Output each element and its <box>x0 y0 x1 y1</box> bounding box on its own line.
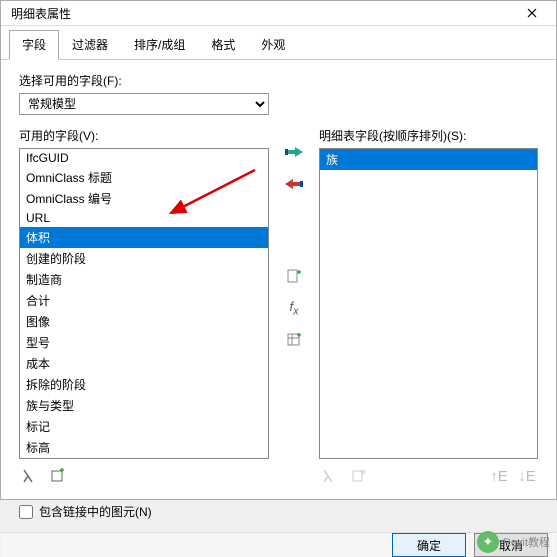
field-source-label: 选择可用的字段(F): <box>19 72 538 89</box>
list-item[interactable]: 体积 <box>20 227 268 248</box>
new-calculated-button[interactable] <box>283 265 305 287</box>
tab-appearance[interactable]: 外观 <box>248 30 298 59</box>
watermark-icon: ✦ <box>477 531 499 553</box>
tab-strip: 字段 过滤器 排序/成组 格式 外观 <box>1 26 556 60</box>
list-item[interactable]: OmniClass 编号 <box>20 188 268 209</box>
list-item[interactable]: 型号 <box>20 332 268 353</box>
include-links-row: 包含链接中的图元(N) <box>19 493 538 524</box>
add-field-button[interactable] <box>283 141 305 163</box>
included-toolbar: ↑E ↓E <box>319 459 538 493</box>
available-label: 可用的字段(V): <box>19 127 269 144</box>
available-fields-list[interactable]: IfcGUIDOmniClass 标题OmniClass 编号URL体积创建的阶… <box>19 148 269 459</box>
add-param-button[interactable] <box>47 465 69 487</box>
edit-button <box>319 465 341 487</box>
transfer-buttons: fx <box>279 127 309 493</box>
dialog-footer: 确定 取消 ✦ Revit教程 <box>1 532 556 557</box>
tab-format[interactable]: 格式 <box>198 30 248 59</box>
list-item[interactable]: 拆除的阶段 <box>20 374 268 395</box>
list-item[interactable]: 创建的阶段 <box>20 248 268 269</box>
tab-sort[interactable]: 排序/成组 <box>121 30 198 59</box>
list-item[interactable]: 标高 <box>20 437 268 458</box>
list-item[interactable]: 制造商 <box>20 269 268 290</box>
window-title: 明细表属性 <box>11 5 512 22</box>
fx-button[interactable]: fx <box>283 297 305 319</box>
list-item[interactable]: 族与类型 <box>20 395 268 416</box>
include-links-label: 包含链接中的图元(N) <box>39 503 152 520</box>
close-icon <box>527 8 537 18</box>
titlebar: 明细表属性 <box>1 1 556 26</box>
field-source-select[interactable]: 常规模型 <box>19 93 269 115</box>
new-param-button[interactable] <box>19 465 41 487</box>
list-item[interactable]: IfcGUID <box>20 149 268 167</box>
list-item[interactable]: 标记 <box>20 416 268 437</box>
included-fields-list[interactable]: 族 <box>319 148 538 459</box>
move-down-button: ↓E <box>516 465 538 487</box>
tab-content: 选择可用的字段(F): 常规模型 可用的字段(V): IfcGUIDOmniCl… <box>1 60 556 532</box>
list-item[interactable]: OmniClass 标题 <box>20 167 268 188</box>
list-item[interactable]: URL <box>20 209 268 227</box>
watermark-text: Revit教程 <box>503 534 550 550</box>
included-label: 明细表字段(按顺序排列)(S): <box>319 127 538 144</box>
ok-button[interactable]: 确定 <box>392 533 466 557</box>
delete-button <box>347 465 369 487</box>
list-item[interactable]: 族 <box>320 149 537 170</box>
schedule-properties-dialog: 明细表属性 字段 过滤器 排序/成组 格式 外观 选择可用的字段(F): 常规模… <box>0 0 557 500</box>
list-item[interactable]: 图像 <box>20 311 268 332</box>
combine-button[interactable] <box>283 329 305 351</box>
list-item[interactable]: 成本 <box>20 353 268 374</box>
columns: 可用的字段(V): IfcGUIDOmniClass 标题OmniClass 编… <box>19 127 538 493</box>
list-item[interactable]: 合计 <box>20 290 268 311</box>
tab-fields[interactable]: 字段 <box>9 30 59 60</box>
watermark: ✦ Revit教程 <box>477 531 550 553</box>
available-toolbar <box>19 459 269 493</box>
tab-filter[interactable]: 过滤器 <box>59 30 121 59</box>
move-up-button: ↑E <box>488 465 510 487</box>
close-button[interactable] <box>512 1 552 25</box>
remove-field-button[interactable] <box>283 173 305 195</box>
include-links-checkbox[interactable] <box>19 505 33 519</box>
